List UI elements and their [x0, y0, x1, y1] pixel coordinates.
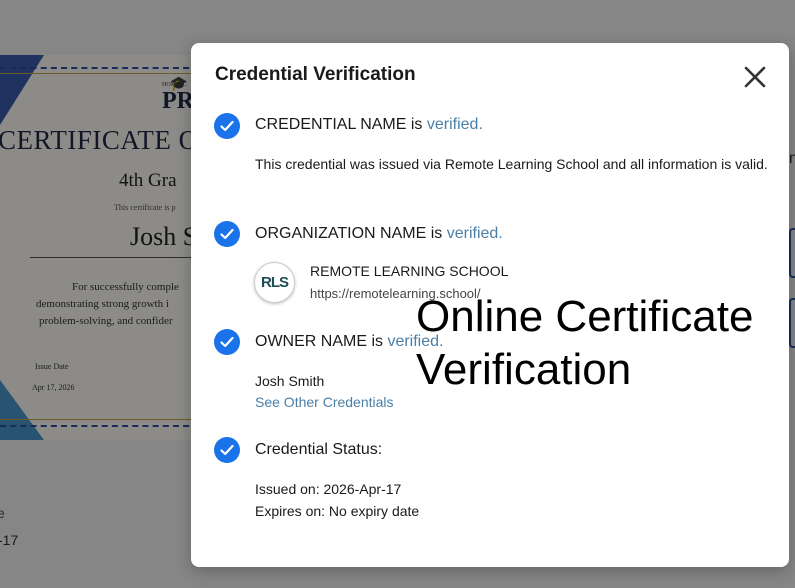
close-button[interactable] — [741, 63, 769, 91]
organization-name: REMOTE LEARNING SCHOOL — [310, 263, 509, 279]
organization-name-label: ORGANIZATION NAME is — [255, 225, 447, 242]
check-circle-icon — [214, 329, 240, 355]
credential-verification-dialog: Credential Verification CREDENTIAL NAME … — [191, 43, 789, 567]
owner-name-label: OWNER NAME is — [255, 333, 388, 350]
check-circle-icon — [214, 113, 240, 139]
dialog-title: Credential Verification — [215, 64, 416, 85]
organization-name-heading: ORGANIZATION NAME is verified. — [255, 225, 503, 243]
credential-description: This credential was issued via Remote Le… — [255, 156, 768, 172]
check-circle-icon — [214, 437, 240, 463]
credential-name-heading: CREDENTIAL NAME is verified. — [255, 116, 483, 134]
verified-status: verified. — [426, 116, 483, 133]
credential-name-label: CREDENTIAL NAME is — [255, 116, 427, 133]
owner-name-heading: OWNER NAME is verified. — [255, 333, 443, 351]
verified-status: verified. — [446, 225, 503, 242]
organization-url[interactable]: https://remotelearning.school/ — [310, 286, 481, 301]
credential-status-heading: Credential Status: — [255, 441, 383, 458]
verified-status: verified. — [387, 333, 444, 350]
expires-on-text: Expires on: No expiry date — [255, 503, 420, 519]
organization-logo: RLS — [254, 262, 295, 303]
close-icon — [744, 66, 766, 88]
check-circle-icon — [214, 221, 240, 247]
see-other-credentials-link[interactable]: See Other Credentials — [255, 391, 394, 413]
owner-name: Josh Smith — [255, 373, 325, 389]
issued-on-text: Issued on: 2026-Apr-17 — [255, 481, 402, 497]
